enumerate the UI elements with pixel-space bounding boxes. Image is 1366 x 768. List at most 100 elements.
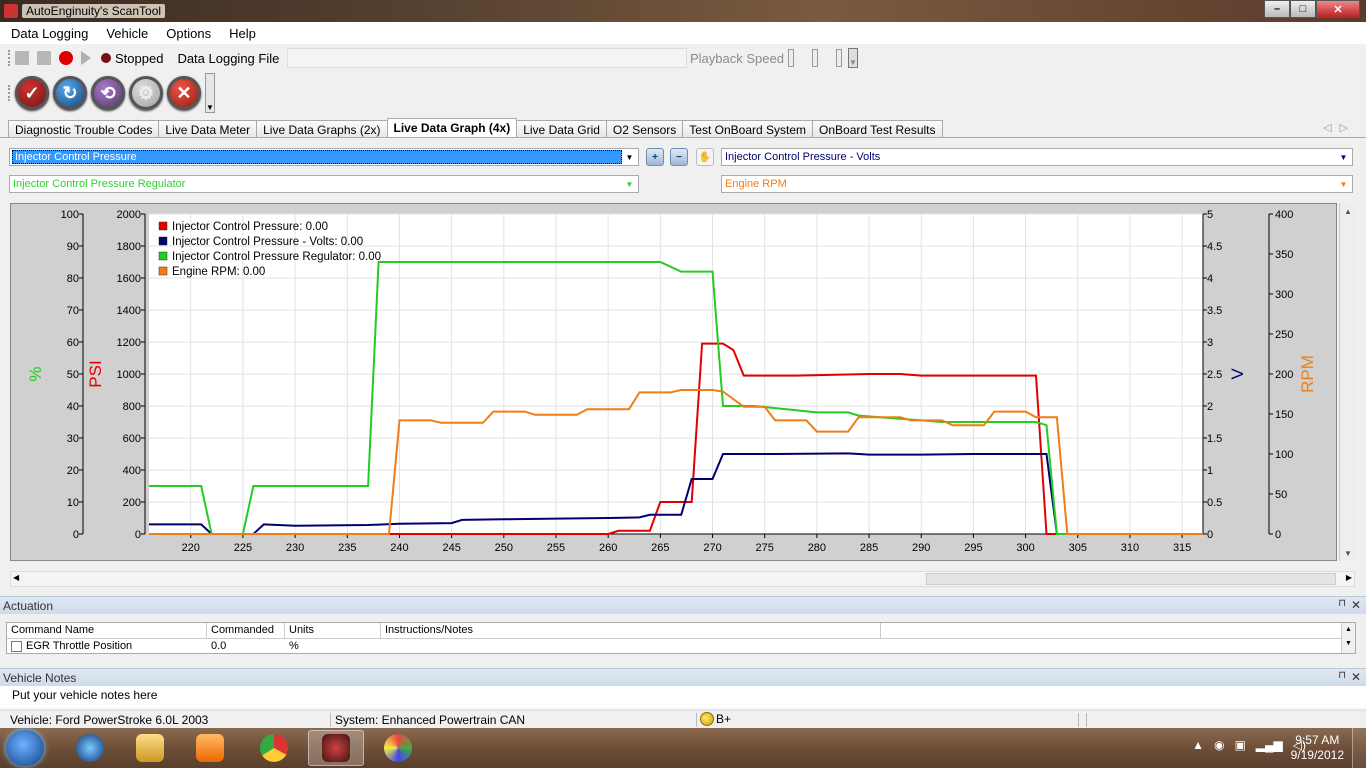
tab-live-data-meter[interactable]: Live Data Meter [158, 120, 258, 138]
playback-slider-thumb[interactable] [811, 49, 818, 67]
pid-select-right-bottom[interactable]: Engine RPM ▼ [721, 175, 1353, 193]
status-vehicle: Vehicle: Ford PowerStroke 6.0L 2003 [10, 713, 209, 727]
vehicle-notes-text[interactable]: Put your vehicle notes here [0, 686, 1366, 708]
show-hidden-icons-icon[interactable]: ▲ [1192, 738, 1204, 752]
x-tick-label: 315 [1173, 542, 1191, 554]
paint-icon[interactable] [370, 730, 426, 766]
disconnect-icon[interactable]: ✕ [167, 76, 201, 110]
toolbar-overflow-button[interactable]: ▼ [205, 73, 215, 113]
graph-svg: 220 225 230 235 240 245 250 255 260 265 270 275 280 2… [26, 209, 1317, 554]
x-tick-label: 280 [808, 542, 826, 554]
column-header[interactable]: Instructions/Notes [381, 623, 881, 638]
scroll-up-icon[interactable]: ▲ [1340, 203, 1356, 219]
pin-icon[interactable]: ⊓ [1338, 670, 1346, 681]
tab-o2-sensors[interactable]: O2 Sensors [605, 120, 684, 138]
table-scrollbar[interactable]: ▲ ▼ [1341, 623, 1355, 653]
ie-icon[interactable] [62, 730, 118, 766]
pct-tick-label: 70 [67, 305, 79, 317]
column-header[interactable]: Commanded [207, 623, 285, 638]
close-button[interactable]: ✕ [1316, 0, 1360, 18]
play-icon[interactable] [81, 51, 91, 65]
column-header[interactable]: Command Name [7, 623, 207, 638]
dropdown-arrow-icon[interactable]: ▼ [623, 150, 636, 164]
pid-select-left-top[interactable]: Injector Control Pressure ▼ [9, 148, 639, 166]
network-icon[interactable]: ▂▄▆ [1256, 738, 1283, 752]
scroll-down-icon[interactable]: ▼ [1340, 545, 1356, 561]
check-icon[interactable]: ✓ [15, 76, 49, 110]
dropdown-arrow-icon[interactable]: ▼ [1337, 177, 1350, 191]
tab-scroll-arrows[interactable]: ◁▷ [1323, 121, 1356, 134]
zoom-out-icon[interactable]: − [670, 148, 688, 166]
window-title: AutoEnginuity's ScanTool [22, 4, 166, 18]
graph-horizontal-scrollbar[interactable]: ◀ ▶ [10, 571, 1355, 587]
tray-app-icon[interactable]: ◉ [1214, 738, 1224, 752]
volt-tick-label: 1 [1207, 465, 1213, 477]
scantool-icon[interactable] [308, 730, 364, 766]
tab-live-data-graphs-2x[interactable]: Live Data Graphs (2x) [256, 120, 388, 138]
x-tick-label: 270 [703, 542, 721, 554]
table-row[interactable]: EGR Throttle Position 0.0 % [7, 639, 1355, 653]
pin-icon[interactable]: ⊓ [1338, 598, 1346, 609]
close-icon[interactable]: ✕ [1351, 670, 1361, 684]
x-tick-label: 245 [442, 542, 460, 554]
psi-tick-label: 1000 [117, 369, 141, 381]
graph-vertical-scrollbar[interactable]: ▲ ▼ [1339, 203, 1355, 561]
volt-tick-label: 0.5 [1207, 497, 1222, 509]
row-checkbox[interactable] [11, 640, 22, 652]
rpm-tick-label: 350 [1275, 249, 1293, 261]
pct-tick-label: 0 [73, 529, 79, 541]
scroll-right-icon[interactable]: ▶ [1346, 573, 1352, 582]
column-header[interactable]: Units [285, 623, 381, 638]
menu-vehicle[interactable]: Vehicle [103, 24, 151, 43]
pan-hand-icon[interactable]: ✋ [696, 148, 714, 166]
start-button[interactable] [6, 730, 44, 766]
x-tick-label: 265 [651, 542, 669, 554]
toolbar-grip[interactable] [8, 85, 11, 101]
maximize-button[interactable]: □ [1290, 0, 1316, 18]
pid-select-right-top[interactable]: Injector Control Pressure - Volts ▼ [721, 148, 1353, 166]
playback-slider-start[interactable] [787, 49, 794, 67]
volt-tick-label: 1.5 [1207, 433, 1222, 445]
tab-test-onboard-system[interactable]: Test OnBoard System [682, 120, 814, 138]
explorer-icon[interactable] [122, 730, 178, 766]
system-tray: ▲ ◉ ▣ ▂▄▆ ◁) [1192, 738, 1306, 752]
pause-icon[interactable] [15, 51, 29, 65]
media-player-icon[interactable] [182, 730, 238, 766]
volt-axis-title: V [1228, 368, 1247, 380]
menu-options[interactable]: Options [163, 24, 214, 43]
disabled-tool-icon: ⚙ [129, 76, 163, 110]
playback-slider-end[interactable] [835, 49, 842, 67]
x-tick-label: 260 [599, 542, 617, 554]
tab-onboard-test-results[interactable]: OnBoard Test Results [812, 120, 943, 138]
record-icon[interactable] [59, 51, 73, 65]
menu-bar: Data Logging Vehicle Options Help [0, 22, 1366, 44]
tab-live-data-graph-4x[interactable]: Live Data Graph (4x) [386, 118, 518, 138]
x-tick-label: 225 [234, 542, 252, 554]
dropdown-arrow-icon[interactable]: ▼ [623, 177, 636, 191]
logging-file-field[interactable] [287, 48, 688, 68]
refresh-icon[interactable]: ↻ [53, 76, 87, 110]
rpm-tick-label: 250 [1275, 329, 1293, 341]
tab-live-data-grid[interactable]: Live Data Grid [516, 120, 607, 138]
toolbar-overflow-button[interactable]: ▼ [847, 48, 858, 68]
show-desktop-button[interactable] [1352, 728, 1366, 768]
minimize-button[interactable]: – [1264, 0, 1290, 18]
menu-help[interactable]: Help [226, 24, 259, 43]
chrome-icon[interactable] [246, 730, 302, 766]
scroll-thumb[interactable] [926, 573, 1336, 585]
zoom-in-icon[interactable]: + [646, 148, 664, 166]
toolbar-grip[interactable] [8, 50, 11, 66]
menu-data-logging[interactable]: Data Logging [8, 24, 91, 43]
clock[interactable]: 9:57 AM 9/19/2012 [1291, 733, 1344, 763]
tab-diagnostic-trouble-codes[interactable]: Diagnostic Trouble Codes [8, 120, 160, 138]
x-tick-label: 305 [1069, 542, 1087, 554]
close-icon[interactable]: ✕ [1351, 598, 1361, 612]
tray-device-icon[interactable]: ▣ [1234, 738, 1245, 752]
reset-icon[interactable]: ⟲ [91, 76, 125, 110]
pid-select-left-bottom[interactable]: Injector Control Pressure Regulator ▼ [9, 175, 639, 193]
psi-tick-label: 800 [123, 401, 141, 413]
live-data-graph[interactable]: 220 225 230 235 240 245 250 255 260 265 270 275 280 2… [10, 203, 1337, 561]
stop-icon[interactable] [37, 51, 51, 65]
scroll-left-icon[interactable]: ◀ [13, 573, 19, 582]
dropdown-arrow-icon[interactable]: ▼ [1337, 150, 1350, 164]
